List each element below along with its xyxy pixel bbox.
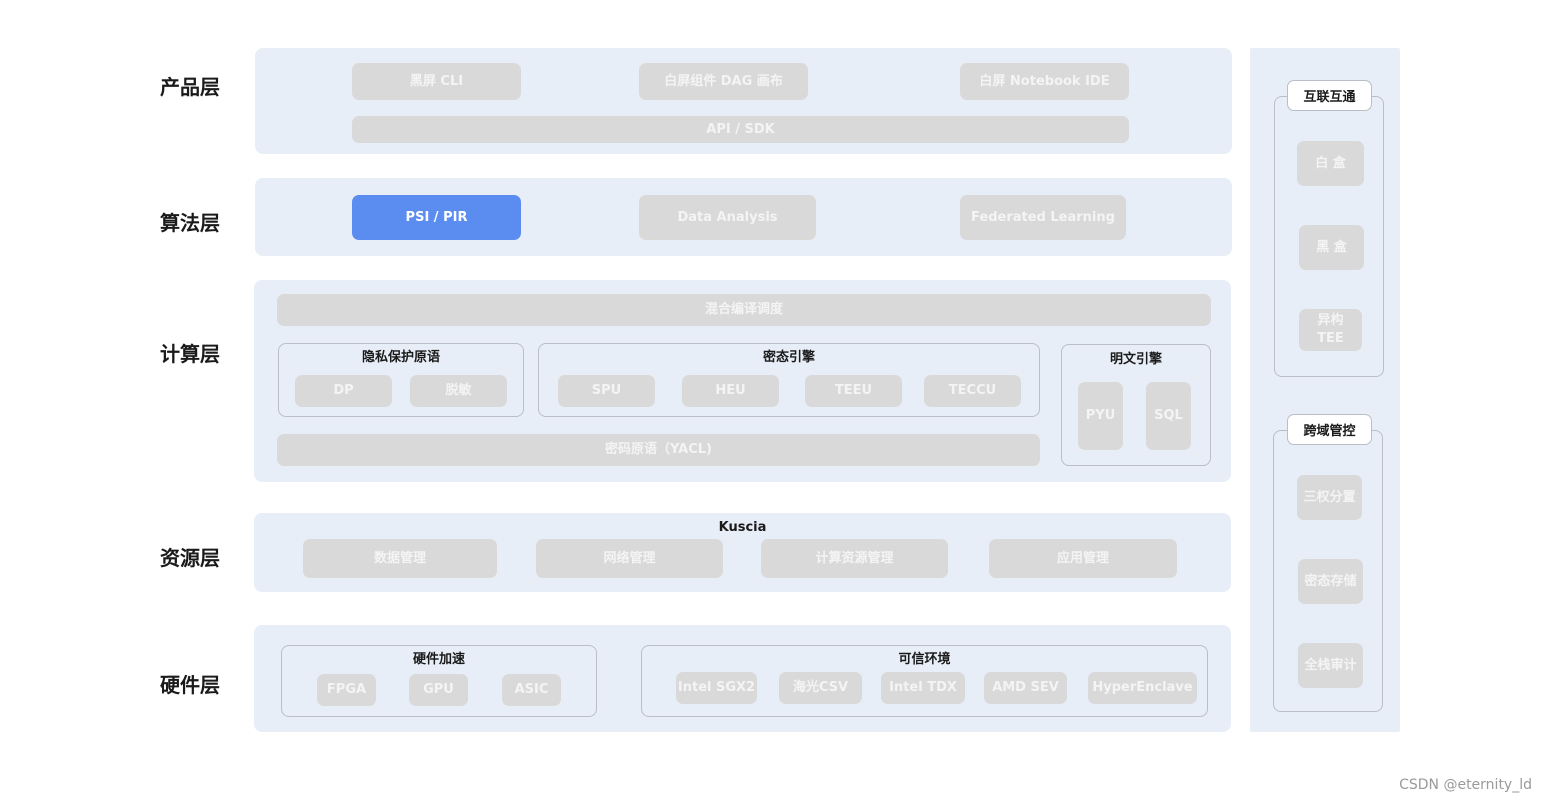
desensitization-box: 脱敏 <box>410 375 507 407</box>
hardware-acceleration-title: 硬件加速 <box>412 652 465 667</box>
sql-box: SQL <box>1146 382 1191 450</box>
data-management-box: 数据管理 <box>303 539 497 578</box>
tee-line1: 异构 <box>1317 313 1344 328</box>
encrypted-storage-box: 密态存储 <box>1298 559 1363 604</box>
heu-box: HEU <box>682 375 779 407</box>
application-management-box: 应用管理 <box>989 539 1177 578</box>
asic-box: ASIC <box>502 674 561 706</box>
intel-sgx2-box: Intel SGX2 <box>676 672 757 704</box>
white-box: 白 盒 <box>1297 141 1364 186</box>
full-stack-audit-box: 全栈审计 <box>1298 643 1363 688</box>
hyperenclave-box: HyperEnclave <box>1088 672 1197 704</box>
watermark: CSDN @eternity_ld <box>1399 777 1532 793</box>
gpu-box: GPU <box>409 674 468 706</box>
separation-of-powers-box: 三权分置 <box>1297 475 1362 520</box>
heterogeneous-tee-box: 异构 TEE <box>1299 309 1362 351</box>
pyu-box: PYU <box>1078 382 1123 450</box>
network-management-box: 网络管理 <box>536 539 723 578</box>
layer-label-compute: 计算层 <box>160 342 220 366</box>
crossdomain-title: 跨域管控 <box>1287 414 1372 445</box>
product-dag-box: 白屏组件 DAG 画布 <box>639 63 808 100</box>
product-cli-box: 黑屏 CLI <box>352 63 521 100</box>
fpga-box: FPGA <box>317 674 376 706</box>
interop-title: 互联互通 <box>1287 80 1372 111</box>
layer-label-algorithm: 算法层 <box>160 211 220 235</box>
tee-line2: TEE <box>1317 331 1344 346</box>
teeu-box: TEEU <box>805 375 902 407</box>
intel-tdx-box: Intel TDX <box>881 672 965 704</box>
hygon-csv-box: 海光CSV <box>779 672 862 704</box>
algorithm-federated-learning-box: Federated Learning <box>960 195 1126 240</box>
trusted-environment-title: 可信环境 <box>898 652 951 667</box>
yacl-box: 密码原语（YACL) <box>277 434 1040 466</box>
teccu-box: TECCU <box>924 375 1021 407</box>
dp-box: DP <box>295 375 392 407</box>
algorithm-data-analysis-box: Data Analysis <box>639 195 816 240</box>
product-api-box: API / SDK <box>352 116 1129 143</box>
compute-resource-management-box: 计算资源管理 <box>761 539 948 578</box>
privacy-primitive-title: 隐私保护原语 <box>361 350 440 365</box>
plain-engine-title: 明文引擎 <box>1109 352 1162 367</box>
spu-box: SPU <box>558 375 655 407</box>
layer-label-product: 产品层 <box>160 75 220 99</box>
compute-hybrid-box: 混合编译调度 <box>277 294 1211 326</box>
amd-sev-box: AMD SEV <box>984 672 1067 704</box>
layer-label-resource: 资源层 <box>160 546 220 570</box>
black-box: 黑 盒 <box>1299 225 1364 270</box>
algorithm-psi-box: PSI / PIR <box>352 195 521 240</box>
product-notebook-box: 白屏 Notebook IDE <box>960 63 1129 100</box>
layer-label-hardware: 硬件层 <box>160 673 220 697</box>
cipher-engine-title: 密态引擎 <box>762 350 815 365</box>
kuscia-title: Kuscia <box>718 520 767 535</box>
